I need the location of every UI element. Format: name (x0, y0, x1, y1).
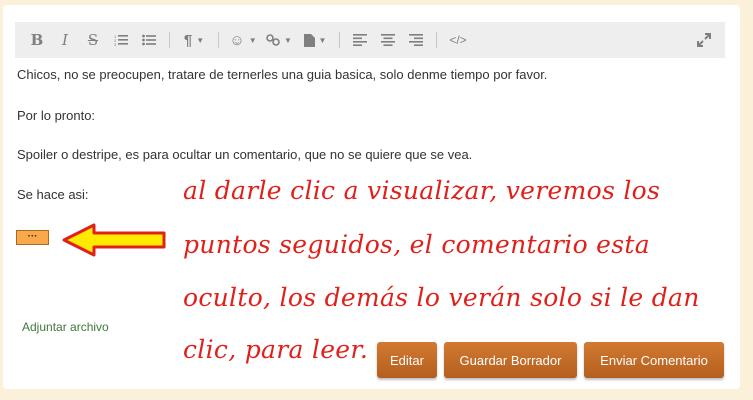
annotation-line-3: oculto, los demás lo verán solo si le da… (183, 283, 700, 312)
attach-file-link[interactable]: Adjuntar archivo (22, 320, 109, 334)
svg-text:3: 3 (114, 42, 117, 46)
toolbar-divider (218, 32, 219, 48)
editor-line-3: Spoiler o destripe, es para ocultar un c… (17, 147, 473, 162)
editor-toolbar: B I S 123 ¶ ▼ ☺ ▼ ▼ ▼ </> (15, 22, 725, 58)
editor-line-1: Chicos, no se preocupen, tratare de tern… (17, 67, 548, 82)
save-draft-button[interactable]: Guardar Borrador (444, 342, 577, 378)
editor-line-4: Se hace asi: (17, 187, 89, 202)
toolbar-divider (169, 32, 170, 48)
toolbar-divider (339, 32, 340, 48)
send-comment-button[interactable]: Enviar Comentario (584, 342, 724, 378)
annotation-line-2: puntos seguidos, el comentario esta (183, 230, 650, 259)
ordered-list-icon[interactable]: 123 (107, 22, 135, 58)
unordered-list-icon[interactable] (135, 22, 163, 58)
link-icon[interactable]: ▼ (261, 22, 297, 58)
toolbar-divider (436, 32, 437, 48)
editor-line-2: Por lo pronto: (17, 108, 96, 123)
annotation-line-4: clic, para leer. (183, 335, 369, 364)
emoji-icon[interactable]: ☺ ▼ (225, 22, 261, 58)
fullscreen-icon[interactable] (689, 22, 719, 58)
align-left-icon[interactable] (346, 22, 374, 58)
annotation-line-1: al darle clic a visualizar, veremos los (183, 176, 661, 205)
bold-icon[interactable]: B (23, 22, 51, 58)
spoiler-button[interactable]: ··· (16, 230, 49, 245)
arrow-left-icon (62, 223, 166, 257)
align-right-icon[interactable] (402, 22, 430, 58)
paragraph-icon[interactable]: ¶ ▼ (176, 22, 212, 58)
italic-icon[interactable]: I (51, 22, 79, 58)
strikethrough-icon[interactable]: S (79, 22, 107, 58)
edit-button[interactable]: Editar (377, 342, 437, 378)
align-center-icon[interactable] (374, 22, 402, 58)
file-icon[interactable]: ▼ (297, 22, 333, 58)
code-icon[interactable]: </> (443, 22, 473, 58)
